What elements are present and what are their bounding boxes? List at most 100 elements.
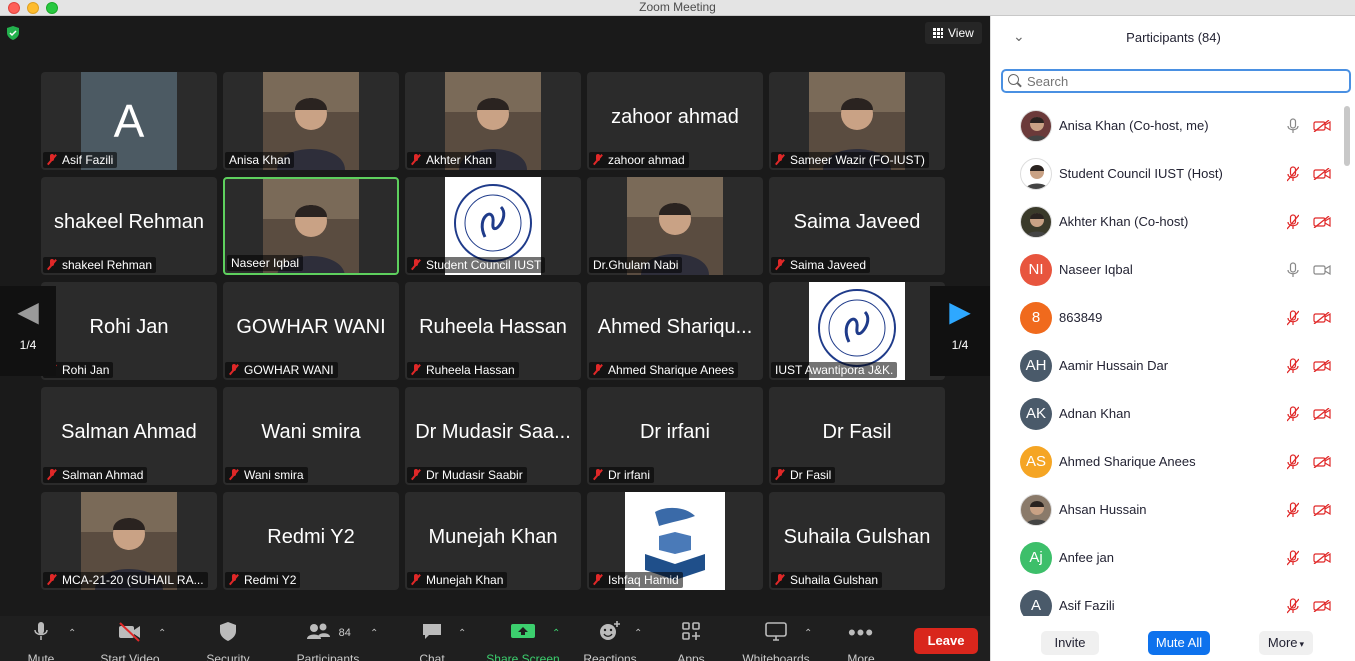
video-tile[interactable]: Anisa Khan: [223, 72, 399, 170]
previous-page-button[interactable]: ◀ 1/4: [0, 286, 56, 376]
start-video-button[interactable]: Start Video: [96, 620, 164, 661]
more-options-button[interactable]: More ▾: [1259, 631, 1313, 655]
participant-row[interactable]: Anisa Khan (Co-host, me): [991, 102, 1343, 150]
participants-button[interactable]: 84 Participants: [292, 620, 364, 661]
muted-mic-icon[interactable]: [1287, 598, 1299, 614]
video-off-icon[interactable]: [1313, 216, 1331, 228]
video-tile[interactable]: Munejah Khan Munejah Khan: [405, 492, 581, 590]
video-tile[interactable]: Salman Ahmad Salman Ahmad: [41, 387, 217, 485]
more-button[interactable]: ••• More: [842, 620, 880, 661]
participants-scrollbar[interactable]: [1344, 106, 1350, 166]
video-tile[interactable]: Suhaila Gulshan Suhaila Gulshan: [769, 492, 945, 590]
video-tile[interactable]: Dr.Ghulam Nabi: [587, 177, 763, 275]
video-tile[interactable]: A Asif Fazili: [41, 72, 217, 170]
video-off-icon[interactable]: [1313, 600, 1331, 612]
meeting-toolbar: Mute ⌃ Start Video ⌃ Security 84 Partici…: [0, 616, 990, 661]
participant-row[interactable]: A Asif Fazili: [991, 582, 1343, 616]
video-off-icon[interactable]: [1313, 504, 1331, 516]
video-tile[interactable]: Dr irfani Dr irfani: [587, 387, 763, 485]
muted-mic-icon[interactable]: [1287, 550, 1299, 566]
tile-display-name: zahoor ahmad: [611, 106, 739, 128]
muted-mic-icon[interactable]: [1287, 406, 1299, 422]
shield-icon[interactable]: [6, 26, 20, 40]
video-off-icon[interactable]: [1313, 312, 1331, 324]
microphone-icon[interactable]: [1287, 262, 1299, 278]
video-tile[interactable]: IUST Awantipora J&K.: [769, 282, 945, 380]
video-off-icon[interactable]: [1313, 408, 1331, 420]
tile-name-label: Dr irfani: [589, 467, 655, 483]
video-tile[interactable]: Akhter Khan: [405, 72, 581, 170]
video-tile[interactable]: MCA-21-20 (SUHAIL RA...: [41, 492, 217, 590]
next-page-button[interactable]: ▶ 1/4: [930, 286, 990, 376]
participant-row[interactable]: AS Ahmed Sharique Anees: [991, 438, 1343, 486]
share-screen-button[interactable]: Share Screen: [484, 620, 562, 661]
video-tile[interactable]: Dr Fasil Dr Fasil: [769, 387, 945, 485]
participants-count-badge: 84: [338, 627, 351, 639]
view-button[interactable]: View: [925, 22, 982, 44]
participant-row[interactable]: 8 863849: [991, 294, 1343, 342]
whiteboards-options-chevron-icon[interactable]: ⌃: [804, 628, 812, 639]
share-screen-icon: [484, 620, 562, 646]
participant-row[interactable]: Ahsan Hussain: [991, 486, 1343, 534]
mute-button[interactable]: Mute: [22, 620, 60, 661]
security-button[interactable]: Security: [202, 620, 254, 661]
mute-all-button[interactable]: Mute All: [1148, 631, 1210, 655]
video-tile[interactable]: Student Council IUST: [405, 177, 581, 275]
participant-row[interactable]: Aj Anfee jan: [991, 534, 1343, 582]
video-off-icon[interactable]: [1313, 360, 1331, 372]
page-indicator-left: 1/4: [19, 338, 37, 352]
video-tile[interactable]: Ishfaq Hamid: [587, 492, 763, 590]
participant-row[interactable]: Akhter Khan (Co-host): [991, 198, 1343, 246]
video-off-icon[interactable]: [1313, 168, 1331, 180]
apps-button[interactable]: Apps: [673, 620, 709, 661]
video-tile[interactable]: Ahmed Shariqu... Ahmed Sharique Anees: [587, 282, 763, 380]
meeting-area: View A Asif Fazili Anisa Khan Akhter Khan…: [0, 16, 990, 616]
participant-row[interactable]: Student Council IUST (Host): [991, 150, 1343, 198]
invite-button[interactable]: Invite: [1041, 631, 1099, 655]
more-dots-icon: •••: [847, 620, 875, 645]
chat-button[interactable]: Chat: [414, 620, 450, 661]
video-options-chevron-icon[interactable]: ⌃: [158, 628, 166, 639]
participant-row[interactable]: AH Aamir Hussain Dar: [991, 342, 1343, 390]
leave-button[interactable]: Leave: [914, 628, 978, 654]
participants-search-input[interactable]: [1001, 69, 1351, 93]
participant-row[interactable]: AK Adnan Khan: [991, 390, 1343, 438]
video-off-icon[interactable]: [1313, 552, 1331, 564]
muted-mic-icon[interactable]: [1287, 502, 1299, 518]
video-tile[interactable]: Dr Mudasir Saa... Dr Mudasir Saabir: [405, 387, 581, 485]
tile-name-label: Dr Fasil: [771, 467, 836, 483]
chat-options-chevron-icon[interactable]: ⌃: [458, 628, 466, 639]
video-tile[interactable]: Naseer Iqbal: [223, 177, 399, 275]
tile-name-label: Ahmed Sharique Anees: [589, 362, 739, 378]
video-tile[interactable]: Redmi Y2 Redmi Y2: [223, 492, 399, 590]
whiteboards-button[interactable]: Whiteboards: [738, 620, 814, 661]
video-icon[interactable]: [1313, 264, 1331, 276]
muted-mic-icon[interactable]: [1287, 454, 1299, 470]
participant-row[interactable]: NI Naseer Iqbal: [991, 246, 1343, 294]
tile-name-label: Student Council IUST: [407, 257, 546, 273]
video-tile[interactable]: Ruheela Hassan Ruheela Hassan: [405, 282, 581, 380]
share-options-chevron-icon[interactable]: ⌃: [552, 628, 560, 639]
microphone-icon[interactable]: [1287, 118, 1299, 134]
muted-mic-icon[interactable]: [1287, 214, 1299, 230]
reactions-button[interactable]: Reactions: [580, 620, 640, 661]
video-tile[interactable]: Wani smira Wani smira: [223, 387, 399, 485]
video-tile[interactable]: Saima Javeed Saima Javeed: [769, 177, 945, 275]
video-tile[interactable]: zahoor ahmad zahoor ahmad: [587, 72, 763, 170]
video-tile[interactable]: shakeel Rehman shakeel Rehman: [41, 177, 217, 275]
muted-mic-icon: [47, 574, 57, 585]
muted-mic-icon: [229, 469, 239, 480]
video-tile[interactable]: Sameer Wazir (FO-IUST): [769, 72, 945, 170]
video-tile[interactable]: Rohi Jan Rohi Jan: [41, 282, 217, 380]
participants-options-chevron-icon[interactable]: ⌃: [370, 628, 378, 639]
muted-mic-icon[interactable]: [1287, 166, 1299, 182]
whiteboard-icon: [738, 620, 814, 646]
video-tile[interactable]: GOWHAR WANI GOWHAR WANI: [223, 282, 399, 380]
reactions-options-chevron-icon[interactable]: ⌃: [634, 628, 642, 639]
tile-display-name: Dr irfani: [639, 421, 710, 443]
muted-mic-icon[interactable]: [1287, 358, 1299, 374]
muted-mic-icon[interactable]: [1287, 310, 1299, 326]
mute-options-chevron-icon[interactable]: ⌃: [68, 628, 76, 639]
video-off-icon[interactable]: [1313, 456, 1331, 468]
video-off-icon[interactable]: [1313, 120, 1331, 132]
